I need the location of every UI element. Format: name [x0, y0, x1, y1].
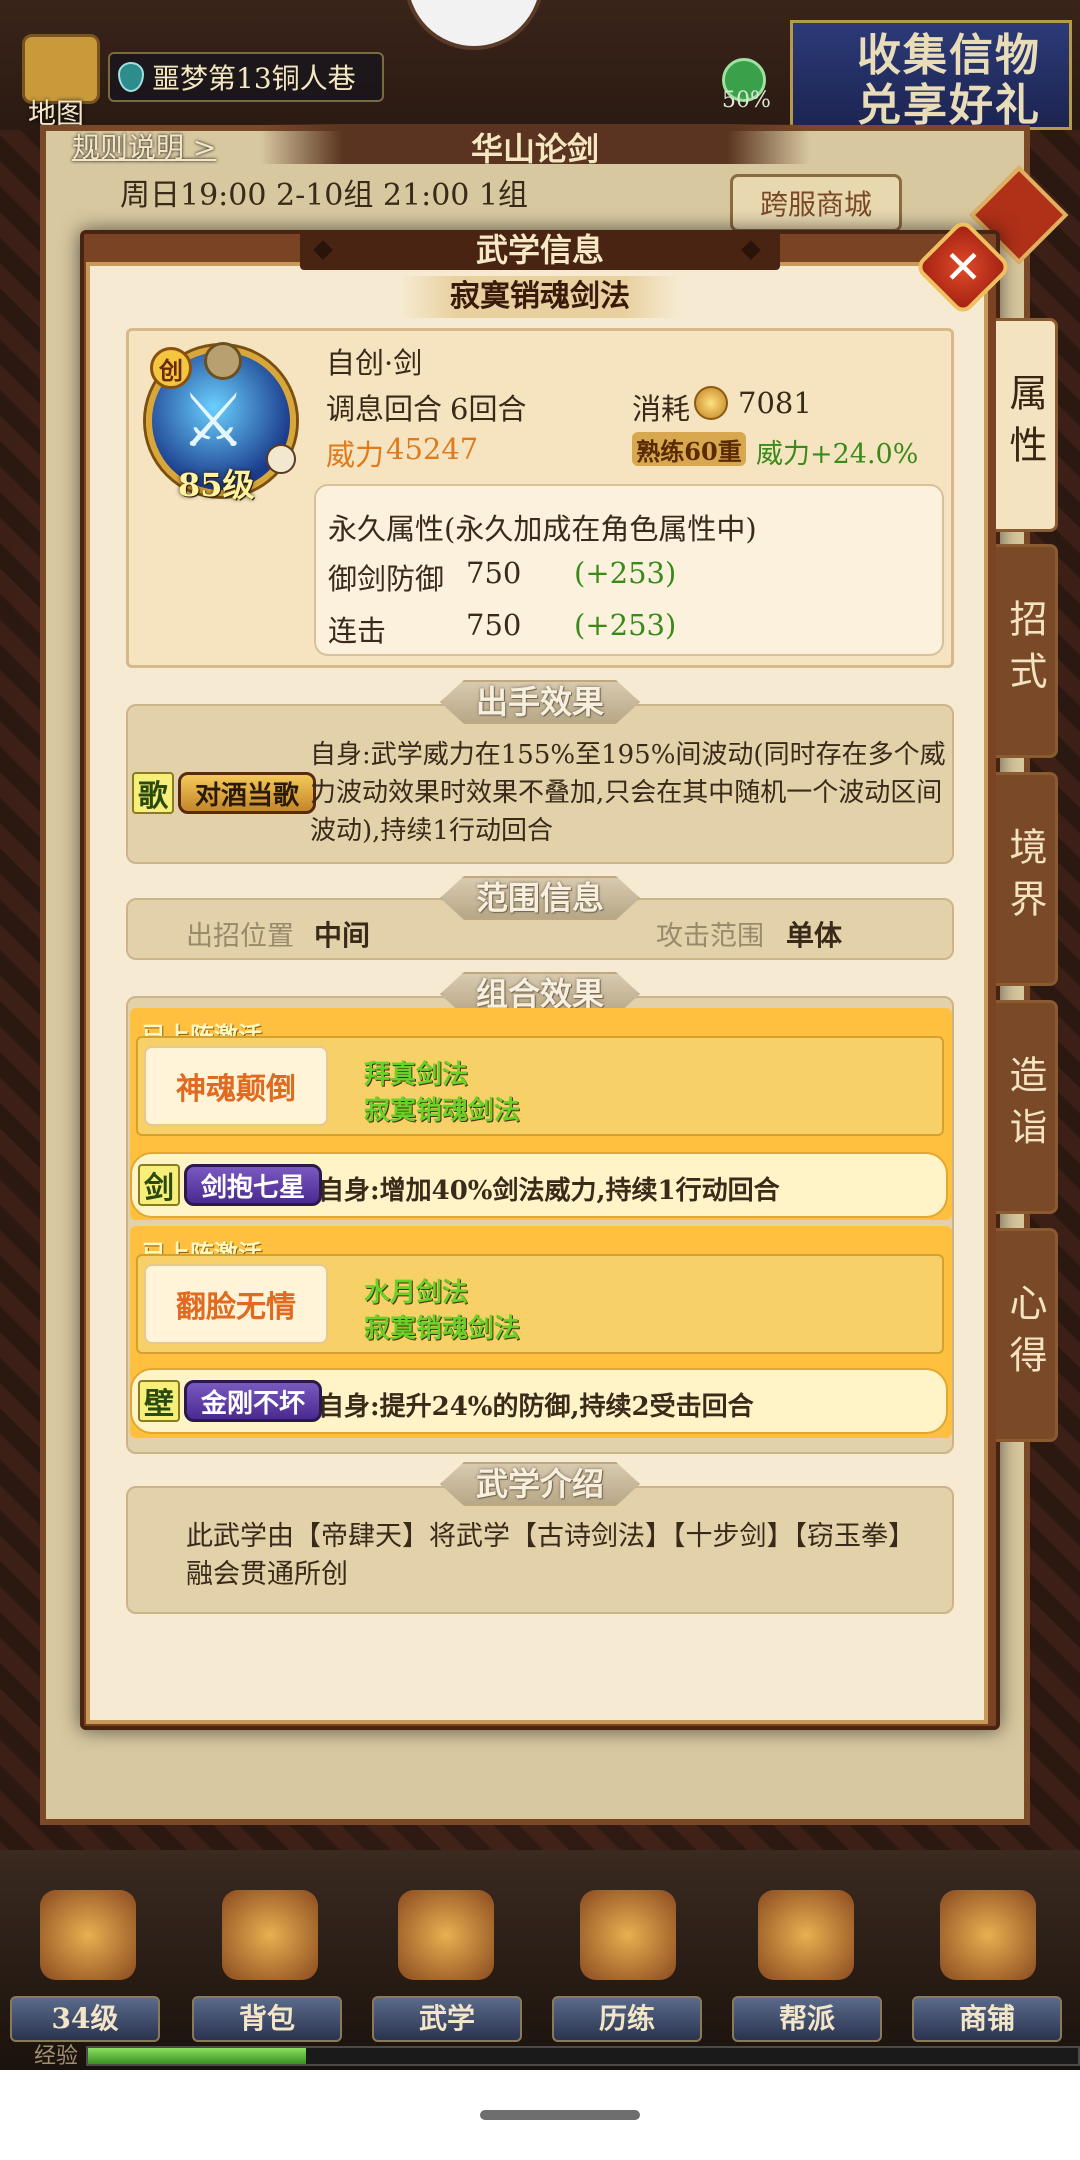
combo-skill: 拜真剑法: [364, 1060, 469, 1090]
attr-value: 750: [466, 608, 522, 642]
exp-label: 经验: [34, 2044, 79, 2069]
attr-name: 连击: [328, 614, 387, 648]
effect-description: 自身:武学威力在155%至195%间波动(同时存在多个威力波动效果时效果不叠加,…: [310, 740, 946, 846]
attr-value: 750: [466, 556, 522, 590]
gourd-icon[interactable]: [580, 1890, 676, 1980]
scope-value: 单体: [786, 919, 843, 952]
schedule-text: 周日19:00 2-10组 21:00 1组: [120, 178, 529, 213]
nav-guild[interactable]: 帮派: [732, 1996, 882, 2042]
cost-label: 消耗: [632, 392, 691, 426]
mastery-badge: 熟练60重: [632, 432, 746, 466]
combo-skill: 寂寞销魂剑法: [364, 1314, 521, 1344]
mastery-bonus: 威力+24.0%: [756, 439, 919, 470]
shop-lantern-icon[interactable]: [940, 1890, 1036, 1980]
progress-percent: 50%: [722, 88, 771, 113]
promo-line-1: 收集信物: [857, 30, 1041, 81]
location-bar[interactable]: 噩梦第13铜人巷: [108, 52, 384, 102]
permanent-title: 永久属性(永久加成在角色属性中): [328, 512, 757, 546]
intro-text: 此武学由【帝肆天】将武学【古诗剑法】【十步剑】【窃玉拳】融会贯通所创: [186, 1521, 915, 1590]
combo-effect-text: 自身:提升24%的防御,持续2受击回合: [318, 1392, 754, 1422]
skill-name: 寂寞销魂剑法: [400, 276, 680, 318]
tab-attainment[interactable]: 造诣: [996, 1000, 1058, 1214]
effect-tag: 对酒当歌: [178, 772, 317, 814]
tab-realm[interactable]: 境界: [996, 772, 1058, 986]
nav-martial-arts[interactable]: 武学: [372, 1996, 522, 2042]
location-text: 噩梦第13铜人巷: [152, 62, 356, 95]
medal-icon: [204, 342, 242, 380]
cooldown-label: 调息回合: [326, 392, 443, 426]
scope-label: 攻击范围: [656, 921, 764, 952]
menu-icon[interactable]: [266, 444, 296, 474]
nav-training[interactable]: 历练: [552, 1996, 702, 2042]
combo-skill: 寂寞销魂剑法: [364, 1096, 521, 1126]
cost-value: 7081: [738, 386, 812, 420]
home-indicator[interactable]: [480, 2110, 640, 2120]
section-header-effect: 出手效果: [440, 680, 640, 724]
attr-bonus: (+253): [574, 608, 677, 642]
nav-backpack[interactable]: 背包: [192, 1996, 342, 2042]
rules-link[interactable]: 规则说明 >: [72, 126, 216, 166]
combo-name: 神魂颠倒: [144, 1046, 328, 1126]
power-label: 威力: [326, 438, 385, 472]
combo-effect-text: 自身:增加40%剑法威力,持续1行动回合: [318, 1176, 780, 1206]
guild-icon[interactable]: [758, 1890, 854, 1980]
skill-type: 自创·剑: [326, 346, 423, 380]
tab-moves[interactable]: 招式: [996, 544, 1058, 758]
sword-icon: ⚔: [180, 378, 247, 464]
combo-letter-icon: 剑: [138, 1164, 180, 1206]
exp-bar: [86, 2046, 1080, 2066]
combo-skill: 水月剑法: [364, 1278, 469, 1308]
scroll-icon[interactable]: [398, 1890, 494, 1980]
shield-icon: [118, 62, 144, 92]
cross-server-shop-button[interactable]: 跨服商城: [730, 174, 902, 232]
nav-level[interactable]: 34级: [10, 1996, 160, 2042]
combo-name: 翻脸无情: [144, 1264, 328, 1344]
nav-shop[interactable]: 商铺: [912, 1996, 1062, 2042]
character-icon[interactable]: [40, 1890, 136, 1980]
exp-fill: [88, 2048, 306, 2064]
position-value: 中间: [314, 919, 371, 952]
created-badge: 创: [150, 347, 192, 389]
position-label: 出招位置: [186, 921, 294, 952]
promo-line-2: 兑享好礼: [857, 80, 1041, 131]
effect-letter-icon: 歌: [132, 772, 174, 814]
close-icon[interactable]: ✕: [928, 232, 998, 302]
cooldown-value: 6回合: [450, 392, 527, 426]
promo-banner[interactable]: 收集信物 兑享好礼: [790, 20, 1072, 131]
attr-name: 御剑防御: [328, 562, 445, 596]
attr-bonus: (+253): [574, 556, 677, 590]
underlying-title: 华山论剑: [260, 124, 810, 168]
combo-effect-tag: 剑抱七星: [184, 1164, 323, 1206]
skill-level: 85级: [178, 466, 255, 504]
combo-effect-tag: 金刚不坏: [184, 1380, 323, 1422]
combo-letter-icon: 壁: [138, 1380, 180, 1422]
section-header-range: 范围信息: [440, 876, 640, 920]
bag-icon[interactable]: [222, 1890, 318, 1980]
section-header-intro: 武学介绍: [440, 1462, 640, 1506]
tab-attributes[interactable]: 属性: [996, 318, 1058, 532]
power-value: 45247: [386, 432, 479, 466]
coin-icon: [694, 386, 728, 420]
modal-title: 武学信息: [300, 230, 780, 270]
tab-insight[interactable]: 心得: [996, 1228, 1058, 1442]
